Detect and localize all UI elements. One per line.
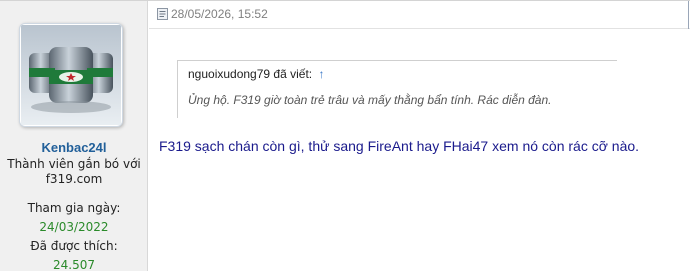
post-date: 28/05/2026, 15:52 [171,7,268,21]
joined-label: Tham gia ngày: [27,201,121,215]
post-message: F319 sạch chán còn gì, thử sang FireAnt … [159,138,640,154]
scrollbar-edge [688,1,689,29]
likes-value: 24.507 [53,258,95,272]
quote-jump-arrow-icon[interactable]: ↑ [318,67,324,81]
joined-value: 24/03/2022 [39,220,109,234]
user-title-line2: f319.com [45,172,103,186]
user-title-line1: Thành viên gắn bó với [7,157,141,171]
user-sidebar: Kenbac24l Thành viên gắn bó với f319.com… [0,1,148,272]
quote-block: nguoixudong79 đã viết: ↑ Ủng hộ. F319 gi… [177,60,617,118]
likes-label: Đã được thích: [30,239,118,253]
post-icon [157,8,168,20]
quote-author[interactable]: nguoixudong79 [188,67,270,81]
user-title: Thành viên gắn bó với f319.com [4,157,144,187]
post-header: 28/05/2026, 15:52 [149,1,690,29]
quote-text: Ủng hộ. F319 giờ toàn trẻ trâu và mấy th… [188,93,552,107]
quote-said: đã viết: [273,67,313,81]
avatar-image [21,25,121,125]
quote-header: nguoixudong79 đã viết: ↑ [188,67,324,81]
avatar[interactable] [19,23,123,127]
username[interactable]: Kenbac24l [0,140,148,155]
